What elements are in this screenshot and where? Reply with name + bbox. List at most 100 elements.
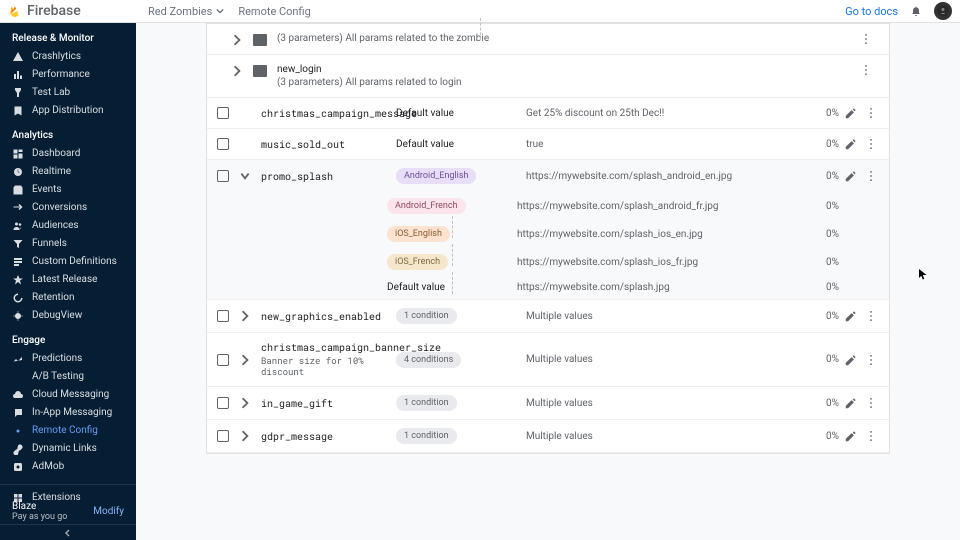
condition: 1 condition bbox=[396, 308, 526, 324]
row-checkbox[interactable] bbox=[217, 138, 229, 150]
avatar[interactable] bbox=[934, 2, 952, 20]
param-name: christmas_campaign_banner_sizeBanner siz… bbox=[261, 341, 396, 378]
row-checkbox[interactable] bbox=[217, 107, 229, 119]
chevron-right-icon[interactable] bbox=[239, 397, 251, 409]
condition: Android_English bbox=[396, 168, 526, 184]
mouse-cursor bbox=[919, 269, 928, 281]
param-row[interactable]: in_game_gift1 conditionMultiple values0% bbox=[207, 387, 889, 420]
more-button[interactable] bbox=[863, 169, 879, 183]
sidebar-item-app-distribution[interactable]: App Distribution bbox=[0, 102, 136, 120]
sidebar-item-conversions[interactable]: Conversions bbox=[0, 199, 136, 217]
more-button[interactable] bbox=[863, 309, 879, 323]
edit-button[interactable] bbox=[839, 137, 863, 151]
nav-icon bbox=[12, 184, 24, 196]
row-checkbox[interactable] bbox=[217, 397, 229, 409]
sidebar-section: Analytics bbox=[0, 120, 136, 145]
project-selector[interactable]: Red Zombies bbox=[148, 5, 224, 18]
more-icon[interactable] bbox=[859, 63, 873, 77]
sidebar-item-test-lab[interactable]: Test Lab bbox=[0, 84, 136, 102]
go-to-docs-link[interactable]: Go to docs bbox=[845, 5, 898, 18]
condition: Default value bbox=[396, 139, 526, 150]
edit-button[interactable] bbox=[839, 353, 863, 367]
param-row-expanded[interactable]: promo_splashAndroid_Englishhttps://myweb… bbox=[207, 160, 889, 192]
param-value: true bbox=[526, 139, 799, 150]
sidebar-item-crashlytics[interactable]: Crashlytics bbox=[0, 48, 136, 66]
sidebar-item-a-b-testing[interactable]: A/B Testing bbox=[0, 368, 136, 386]
condition: Default value bbox=[396, 108, 526, 119]
row-checkbox[interactable] bbox=[217, 354, 229, 366]
sidebar-item-predictions[interactable]: Predictions bbox=[0, 350, 136, 368]
chevron-right-icon[interactable] bbox=[239, 354, 251, 366]
folder-icon bbox=[253, 65, 267, 77]
more-button[interactable] bbox=[863, 137, 879, 151]
sidebar-item-admob[interactable]: AdMob bbox=[0, 458, 136, 476]
sidebar-item-audiences[interactable]: Audiences bbox=[0, 217, 136, 235]
more-button[interactable] bbox=[863, 353, 879, 367]
plan-info: Blaze Pay as you go Modify bbox=[0, 501, 136, 522]
nav-icon bbox=[12, 238, 24, 250]
fetch-pct: 0% bbox=[799, 431, 839, 442]
main-content: (3 parameters) All params related to the… bbox=[136, 23, 960, 540]
edit-button[interactable] bbox=[839, 396, 863, 410]
chevron-down-icon bbox=[216, 7, 224, 15]
param-group[interactable]: (3 parameters) All params related to the… bbox=[207, 24, 889, 55]
edit-button[interactable] bbox=[839, 309, 863, 323]
param-condition-row: Default valuehttps://mywebsite.com/splas… bbox=[207, 276, 889, 300]
sidebar-item-funnels[interactable]: Funnels bbox=[0, 235, 136, 253]
param-value: https://mywebsite.com/splash_android_en.… bbox=[526, 171, 799, 182]
sidebar-item-remote-config[interactable]: Remote Config bbox=[0, 422, 136, 440]
nav-icon bbox=[12, 69, 24, 81]
nav-icon bbox=[12, 310, 24, 322]
fetch-pct: 0% bbox=[799, 398, 839, 409]
collapse-sidebar-button[interactable] bbox=[0, 524, 136, 540]
more-button[interactable] bbox=[863, 396, 879, 410]
sidebar-item-dynamic-links[interactable]: Dynamic Links bbox=[0, 440, 136, 458]
sidebar-item-latest-release[interactable]: Latest Release bbox=[0, 271, 136, 289]
bell-icon[interactable] bbox=[910, 5, 922, 17]
row-checkbox[interactable] bbox=[217, 430, 229, 442]
brand-text: Firebase bbox=[27, 3, 81, 19]
param-row[interactable]: music_sold_outDefault valuetrue0% bbox=[207, 129, 889, 160]
param-row[interactable]: new_graphics_enabled1 conditionMultiple … bbox=[207, 300, 889, 333]
more-icon[interactable] bbox=[859, 32, 873, 46]
nav-icon bbox=[12, 292, 24, 304]
sidebar-item-debugview[interactable]: DebugView bbox=[0, 307, 136, 325]
row-checkbox[interactable] bbox=[217, 170, 229, 182]
chevron-right-icon bbox=[231, 65, 243, 77]
fetch-pct: 0% bbox=[799, 354, 839, 365]
param-condition-row: iOS_Frenchhttps://mywebsite.com/splash_i… bbox=[207, 248, 889, 276]
brand[interactable]: Firebase bbox=[8, 3, 136, 19]
sidebar-item-performance[interactable]: Performance bbox=[0, 66, 136, 84]
param-condition-row: Android_Frenchhttps://mywebsite.com/spla… bbox=[207, 192, 889, 220]
nav-icon bbox=[12, 51, 24, 63]
sidebar-item-dashboard[interactable]: Dashboard bbox=[0, 145, 136, 163]
sidebar-item-realtime[interactable]: Realtime bbox=[0, 163, 136, 181]
row-checkbox[interactable] bbox=[217, 310, 229, 322]
sidebar-item-in-app-messaging[interactable]: In-App Messaging bbox=[0, 404, 136, 422]
param-value: Multiple values bbox=[526, 311, 799, 322]
nav-icon bbox=[12, 371, 24, 383]
sidebar-item-retention[interactable]: Retention bbox=[0, 289, 136, 307]
sidebar-item-events[interactable]: Events bbox=[0, 181, 136, 199]
edit-button[interactable] bbox=[839, 169, 863, 183]
edit-button[interactable] bbox=[839, 429, 863, 443]
sidebar-item-custom-definitions[interactable]: Custom Definitions bbox=[0, 253, 136, 271]
nav-icon bbox=[12, 353, 24, 365]
more-button[interactable] bbox=[863, 106, 879, 120]
param-group[interactable]: new_login(3 parameters) All params relat… bbox=[207, 55, 889, 98]
modify-plan-link[interactable]: Modify bbox=[93, 506, 124, 517]
param-row[interactable]: christmas_campaign_banner_sizeBanner siz… bbox=[207, 333, 889, 387]
param-row[interactable]: gdpr_message1 conditionMultiple values0% bbox=[207, 420, 889, 453]
nav-icon bbox=[12, 461, 24, 473]
chevron-right-icon[interactable] bbox=[239, 430, 251, 442]
params-card: (3 parameters) All params related to the… bbox=[206, 23, 890, 454]
nav-icon bbox=[12, 105, 24, 117]
edit-button[interactable] bbox=[839, 106, 863, 120]
chevron-down-icon[interactable] bbox=[239, 170, 251, 182]
param-row[interactable]: christmas_campaign_messageDefault valueG… bbox=[207, 98, 889, 129]
more-button[interactable] bbox=[863, 429, 879, 443]
sidebar-item-cloud-messaging[interactable]: Cloud Messaging bbox=[0, 386, 136, 404]
condition: 4 conditions bbox=[396, 352, 526, 368]
chevron-right-icon[interactable] bbox=[239, 310, 251, 322]
nav-icon bbox=[12, 87, 24, 99]
